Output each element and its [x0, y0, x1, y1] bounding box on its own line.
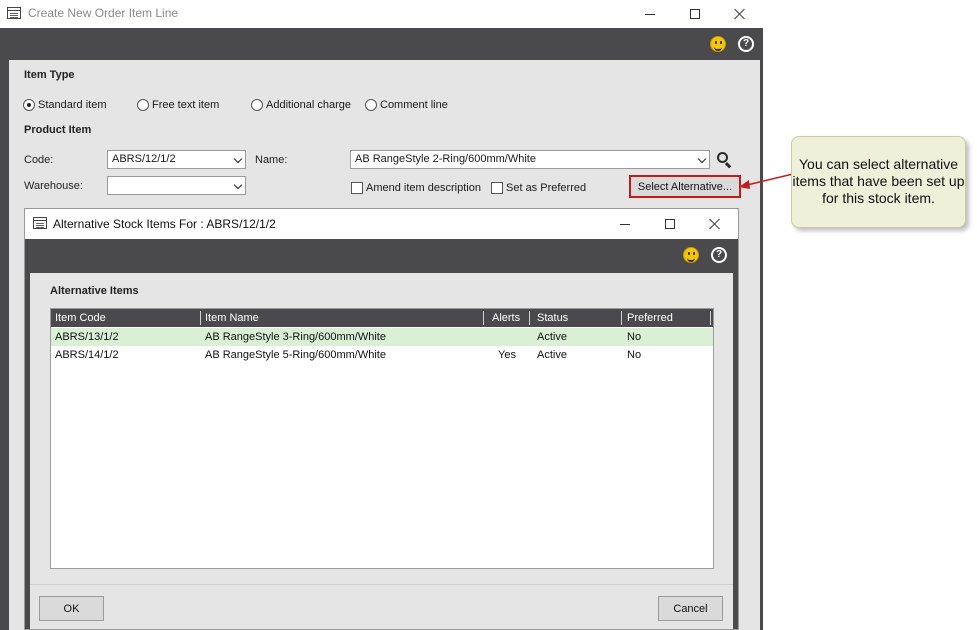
name-value: AB RangeStyle 2-Ring/600mm/White — [355, 153, 536, 165]
cell-item-name: AB RangeStyle 5-Ring/600mm/White — [205, 349, 386, 361]
minimize-icon — [620, 223, 630, 225]
code-value: ABRS/12/1/2 — [112, 153, 176, 165]
dialog-maximize-button[interactable] — [647, 209, 693, 239]
column-separator — [710, 311, 711, 325]
warehouse-label: Warehouse: — [24, 180, 83, 192]
dialog-footer: OK Cancel — [30, 584, 733, 629]
feedback-smiley-icon[interactable] — [683, 247, 699, 263]
close-button[interactable] — [717, 0, 763, 28]
alternative-items-dialog: Alternative Stock Items For : ABRS/12/1/… — [24, 208, 739, 630]
callout-arrow — [739, 173, 794, 189]
radio-comment-line[interactable]: Comment line — [365, 99, 448, 111]
name-combo[interactable]: AB RangeStyle 2-Ring/600mm/White — [350, 150, 710, 169]
set-preferred-checkbox[interactable]: Set as Preferred — [491, 182, 586, 194]
radio-label: Free text item — [152, 99, 220, 111]
help-icon[interactable]: ? — [738, 36, 754, 52]
search-button[interactable] — [717, 152, 733, 168]
maximize-icon — [690, 9, 700, 19]
table-row[interactable]: ABRS/14/1/2 AB RangeStyle 5-Ring/600mm/W… — [51, 346, 713, 364]
column-separator — [529, 311, 530, 325]
close-icon — [709, 218, 721, 230]
select-alternative-button[interactable]: Select Alternative... — [629, 175, 741, 198]
radio-unselected-icon — [137, 99, 149, 111]
cell-preferred: No — [627, 349, 642, 361]
app-icon — [33, 217, 47, 229]
close-icon — [734, 8, 746, 20]
cell-alerts: Yes — [498, 349, 516, 361]
callout-note: You can select alternative items that ha… — [791, 136, 966, 228]
ok-button[interactable]: OK — [39, 596, 104, 621]
alternative-items-heading: Alternative Items — [50, 285, 139, 297]
checkbox-box — [351, 182, 363, 194]
help-icon[interactable]: ? — [711, 247, 727, 263]
cell-item-code: ABRS/13/1/2 — [55, 331, 119, 343]
dialog-close-button[interactable] — [692, 209, 738, 239]
dialog-minimize-button[interactable] — [602, 209, 648, 239]
window-titlebar: Create New Order Item Line — [0, 0, 763, 28]
column-header-status[interactable]: Status — [533, 309, 568, 327]
radio-unselected-icon — [365, 99, 377, 111]
radio-unselected-icon — [251, 99, 263, 111]
cell-status: Active — [537, 331, 567, 343]
column-header-alerts[interactable]: Alerts — [488, 309, 520, 327]
app-icon — [7, 7, 21, 19]
product-item-heading: Product Item — [24, 124, 92, 136]
item-type-heading: Item Type — [24, 69, 75, 81]
column-header-item-name[interactable]: Item Name — [201, 309, 259, 327]
chevron-down-icon — [233, 180, 243, 190]
radio-label: Comment line — [380, 99, 448, 111]
cell-status: Active — [537, 349, 567, 361]
chevron-down-icon — [233, 154, 243, 164]
column-separator — [483, 311, 484, 325]
alternative-items-grid: Item Code Item Name Alerts Status Prefer… — [50, 308, 714, 569]
search-icon — [717, 152, 728, 163]
radio-free-text-item[interactable]: Free text item — [137, 99, 219, 111]
cancel-button[interactable]: Cancel — [658, 596, 723, 621]
warehouse-combo[interactable] — [107, 176, 246, 195]
radio-standard-item[interactable]: Standard item — [23, 99, 106, 111]
minimize-button[interactable] — [627, 0, 673, 28]
amend-description-checkbox[interactable]: Amend item description — [351, 182, 481, 194]
dialog-toolbar: ? — [25, 239, 738, 273]
checkbox-label: Set as Preferred — [506, 182, 587, 194]
radio-additional-charge[interactable]: Additional charge — [251, 99, 351, 111]
column-header-item-code[interactable]: Item Code — [51, 309, 106, 327]
column-separator — [621, 311, 622, 325]
table-row[interactable]: ABRS/13/1/2 AB RangeStyle 3-Ring/600mm/W… — [51, 328, 713, 346]
checkbox-box — [491, 182, 503, 194]
maximize-icon — [665, 219, 675, 229]
name-label: Name: — [255, 154, 288, 166]
cell-preferred: No — [627, 331, 642, 343]
grid-header: Item Code Item Name Alerts Status Prefer… — [51, 309, 713, 327]
window-toolbar: ? — [0, 28, 763, 60]
radio-label: Standard item — [38, 99, 107, 111]
checkbox-label: Amend item description — [366, 182, 481, 194]
chevron-down-icon — [697, 154, 707, 164]
column-header-preferred[interactable]: Preferred — [623, 309, 673, 327]
radio-selected-icon — [23, 99, 35, 111]
code-label: Code: — [24, 154, 54, 166]
dialog-title: Alternative Stock Items For : ABRS/12/1/… — [53, 217, 276, 231]
dialog-titlebar: Alternative Stock Items For : ABRS/12/1/… — [25, 209, 738, 239]
radio-label: Additional charge — [266, 99, 352, 111]
minimize-icon — [645, 13, 655, 15]
maximize-button[interactable] — [672, 0, 718, 28]
code-combo[interactable]: ABRS/12/1/2 — [107, 150, 246, 169]
feedback-smiley-icon[interactable] — [710, 36, 726, 52]
cell-item-code: ABRS/14/1/2 — [55, 349, 119, 361]
cell-item-name: AB RangeStyle 3-Ring/600mm/White — [205, 331, 386, 343]
window-title: Create New Order Item Line — [28, 6, 179, 20]
cell-alerts — [494, 328, 498, 346]
